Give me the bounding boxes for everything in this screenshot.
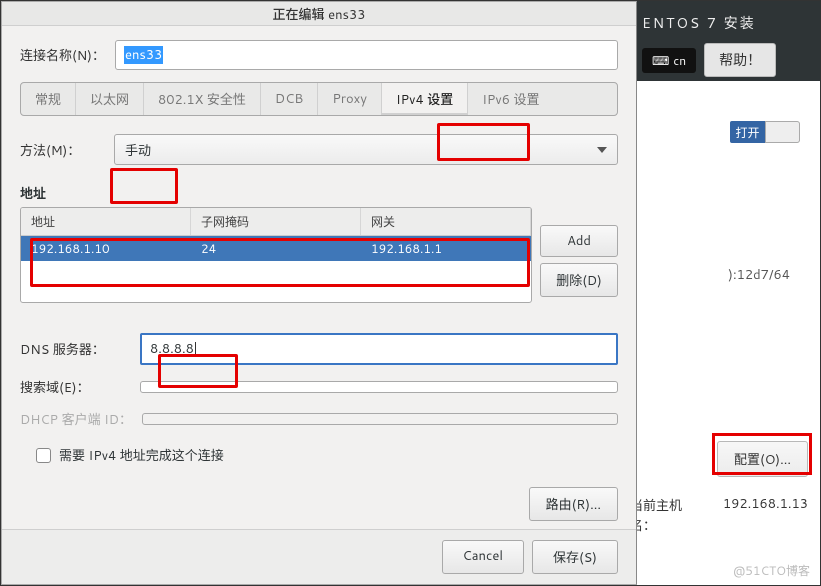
keyboard-layout: cn: [673, 52, 686, 69]
address-table[interactable]: 地址 子网掩码 网关 192.168.1.10 24 192.168.1.1: [20, 207, 532, 303]
dns-label: DNS 服务器：: [20, 339, 130, 359]
connection-name-input[interactable]: ens33: [115, 40, 618, 70]
col-gateway: 网关: [361, 208, 531, 235]
method-value: 手动: [125, 140, 151, 160]
edit-connection-dialog: 正在编辑 ens33 连接名称(N)： ens33 常规 以太网 802.1X …: [1, 1, 637, 585]
hostname-label: 当前主机名：: [630, 495, 707, 535]
installer-panel: ENTOS 7 安装 ⌨ cn 帮助！ 打开 ):12d7/64 配置(O)..…: [630, 1, 820, 585]
tab-general[interactable]: 常规: [21, 83, 76, 115]
add-button[interactable]: Add: [540, 225, 618, 257]
dialog-footer: Cancel 保存(S): [2, 529, 636, 584]
dhcp-client-id-label: DHCP 客户端 ID：: [20, 409, 132, 429]
address-heading: 地址: [20, 183, 618, 203]
search-domain-input[interactable]: [140, 381, 618, 393]
save-button[interactable]: 保存(S): [532, 540, 618, 574]
toggle-on-label: 打开: [730, 121, 765, 143]
method-combobox[interactable]: 手动: [114, 134, 618, 165]
tab-ethernet[interactable]: 以太网: [76, 83, 144, 115]
col-address: 地址: [21, 208, 191, 235]
configure-button[interactable]: 配置(O)...: [717, 441, 808, 477]
text-cursor: [195, 342, 196, 357]
connection-name-value: ens33: [124, 46, 163, 64]
cell-gateway: 192.168.1.1: [361, 236, 531, 261]
tab-proxy[interactable]: Proxy: [318, 83, 382, 115]
installer-header: ENTOS 7 安装 ⌨ cn 帮助！: [630, 1, 820, 81]
tab-dcb[interactable]: DCB: [261, 83, 318, 115]
dns-input[interactable]: 8.8.8.8: [140, 333, 618, 365]
connection-name-label: 连接名称(N)：: [20, 45, 105, 65]
table-row[interactable]: 192.168.1.10 24 192.168.1.1: [21, 236, 531, 261]
tabs: 常规 以太网 802.1X 安全性 DCB Proxy IPv4 设置 IPv6…: [20, 82, 618, 116]
require-ipv4-label: 需要 IPv4 地址完成这个连接: [59, 445, 224, 465]
hostname-value: 192.168.1.13: [723, 495, 808, 535]
search-domain-label: 搜索域(E)：: [20, 377, 130, 397]
keyboard-indicator[interactable]: ⌨ cn: [642, 48, 696, 73]
col-netmask: 子网掩码: [191, 208, 361, 235]
routes-button[interactable]: 路由(R)...: [529, 487, 618, 521]
cell-ip: 192.168.1.10: [21, 236, 191, 261]
installer-body: 打开 ):12d7/64 配置(O)... 当前主机名： 192.168.1.1…: [630, 81, 820, 585]
ipv6-address-fragment: ):12d7/64: [728, 266, 790, 284]
tab-ipv4[interactable]: IPv4 设置: [382, 83, 468, 115]
dialog-title: 正在编辑 ens33: [2, 2, 636, 26]
tab-8021x[interactable]: 802.1X 安全性: [144, 83, 261, 115]
require-ipv4-checkbox[interactable]: [36, 448, 51, 463]
keyboard-icon: ⌨: [652, 52, 669, 69]
chevron-down-icon: [597, 147, 607, 153]
cancel-button[interactable]: Cancel: [442, 540, 524, 574]
table-header: 地址 子网掩码 网关: [21, 208, 531, 236]
delete-button[interactable]: 删除(D): [540, 263, 618, 297]
tab-ipv6[interactable]: IPv6 设置: [468, 83, 553, 115]
help-button[interactable]: 帮助！: [704, 43, 776, 77]
watermark: @51CTO博客: [733, 562, 810, 579]
dns-value: 8.8.8.8: [150, 340, 194, 358]
method-label: 方法(M)：: [20, 140, 104, 160]
toggle-handle: [765, 121, 800, 143]
installer-title: ENTOS 7 安装: [642, 9, 808, 43]
network-toggle[interactable]: 打开: [730, 121, 800, 143]
dhcp-client-id-input: [142, 413, 618, 425]
cell-mask: 24: [191, 236, 361, 261]
